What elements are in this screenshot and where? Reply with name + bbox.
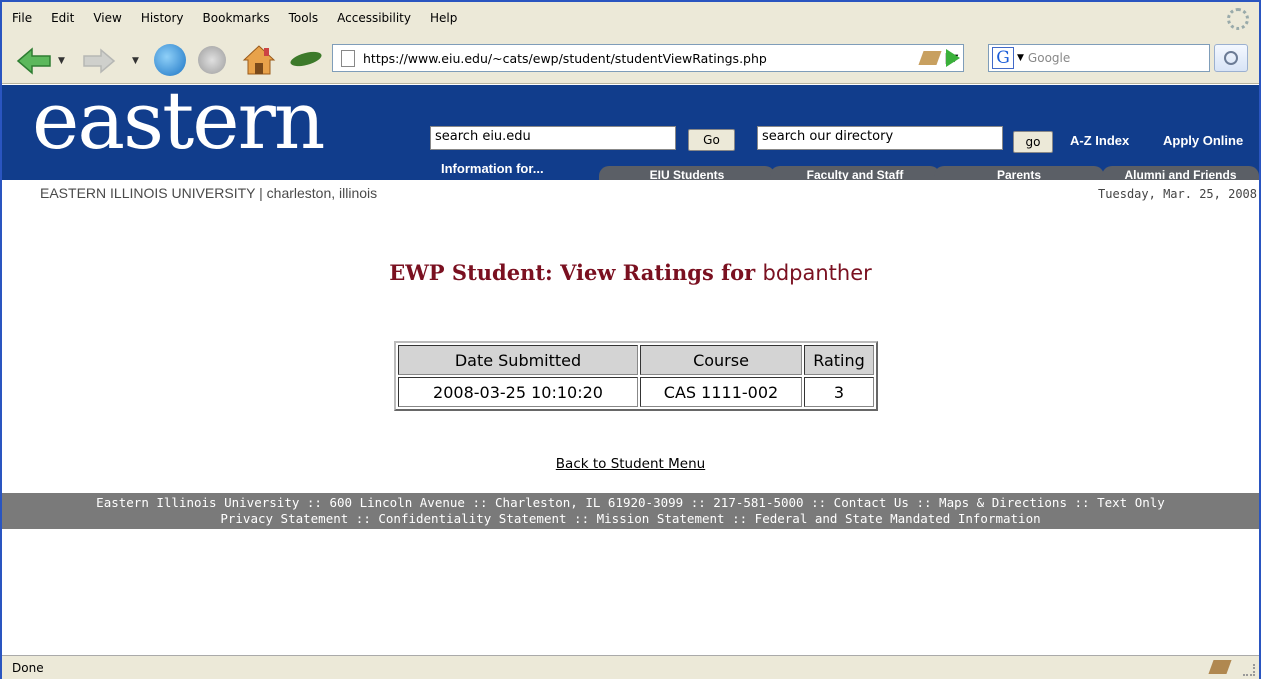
home-icon[interactable]: [242, 44, 276, 76]
menu-view[interactable]: View: [93, 11, 121, 25]
forward-arrow-icon[interactable]: [82, 48, 116, 74]
az-index-link[interactable]: A-Z Index: [1070, 133, 1129, 148]
back-to-student-menu-link[interactable]: Back to Student Menu: [556, 456, 705, 472]
table-header-row: Date Submitted Course Rating: [398, 345, 874, 375]
stop-icon[interactable]: [198, 46, 226, 74]
go-arrow-icon[interactable]: [946, 49, 960, 67]
site-search-input[interactable]: search eiu.edu: [430, 126, 676, 150]
google-icon[interactable]: G: [992, 47, 1014, 69]
status-text: Done: [12, 660, 44, 675]
menu-file[interactable]: File: [12, 11, 32, 25]
current-date: Tuesday, Mar. 25, 2008: [1098, 187, 1257, 201]
ratings-table: Date Submitted Course Rating 2008-03-25 …: [394, 341, 878, 411]
resize-grip-icon[interactable]: [1243, 664, 1255, 676]
header-date-submitted: Date Submitted: [398, 345, 638, 375]
forward-dropdown-icon[interactable]: ▼: [132, 56, 139, 66]
search-engine-placeholder: Google: [1027, 51, 1071, 65]
menu-bookmarks[interactable]: Bookmarks: [203, 11, 270, 25]
site-footer: Eastern Illinois University :: 600 Linco…: [2, 493, 1259, 529]
engine-dropdown-icon[interactable]: ▼: [1017, 53, 1024, 63]
directory-search-button[interactable]: go: [1013, 131, 1053, 153]
site-logo[interactable]: eastern: [32, 85, 325, 161]
menu-bar: File Edit View History Bookmarks Tools A…: [2, 2, 1259, 34]
back-dropdown-icon[interactable]: ▼: [58, 56, 65, 66]
search-icon[interactable]: [1214, 44, 1248, 72]
back-to-menu-link-row: Back to Student Menu: [2, 456, 1259, 472]
header-rating: Rating: [804, 345, 874, 375]
menu-edit[interactable]: Edit: [51, 11, 74, 25]
information-for-label: Information for...: [441, 161, 544, 176]
page-icon: [341, 49, 355, 67]
footer-line-2[interactable]: Privacy Statement :: Confidentiality Sta…: [2, 511, 1259, 527]
site-identity-icon[interactable]: [918, 51, 942, 65]
site-banner: eastern search eiu.edu Go search our dir…: [2, 85, 1259, 184]
site-search-button[interactable]: Go: [688, 129, 735, 151]
apply-online-link[interactable]: Apply Online: [1163, 133, 1243, 148]
leaf-icon[interactable]: [288, 50, 324, 68]
footer-line-1[interactable]: Eastern Illinois University :: 600 Linco…: [2, 495, 1259, 511]
university-line: EASTERN ILLINOIS UNIVERSITY | charleston…: [40, 185, 378, 201]
status-bar: Done: [2, 655, 1259, 679]
header-course: Course: [640, 345, 802, 375]
navigation-toolbar: ▼ ▼ https://www.eiu.edu/~cats/ewp/studen…: [2, 34, 1259, 84]
url-text[interactable]: https://www.eiu.edu/~cats/ewp/student/st…: [363, 51, 921, 66]
directory-search-input[interactable]: search our directory: [757, 126, 1003, 150]
status-security-icon[interactable]: [1208, 660, 1232, 674]
browser-window: File Edit View History Bookmarks Tools A…: [0, 0, 1261, 679]
menu-history[interactable]: History: [141, 11, 184, 25]
throbber-icon: [1227, 8, 1249, 30]
page-content: eastern search eiu.edu Go search our dir…: [2, 85, 1259, 655]
page-title: EWP Student: View Ratings for bdpanther: [2, 260, 1259, 285]
page-title-prefix: EWP Student: View Ratings for: [389, 260, 756, 285]
table-row: 2008-03-25 10:10:20 CAS 1111-002 3: [398, 377, 874, 407]
url-bar[interactable]: https://www.eiu.edu/~cats/ewp/student/st…: [332, 44, 964, 72]
search-engine-box[interactable]: G ▼ Google: [988, 44, 1210, 72]
cell-rating: 3: [804, 377, 874, 407]
cell-date-submitted: 2008-03-25 10:10:20: [398, 377, 638, 407]
menu-help[interactable]: Help: [430, 11, 457, 25]
menu-accessibility[interactable]: Accessibility: [337, 11, 411, 25]
cell-course: CAS 1111-002: [640, 377, 802, 407]
back-arrow-icon[interactable]: [16, 46, 52, 76]
reload-icon[interactable]: [154, 44, 186, 76]
page-title-username: bdpanther: [762, 261, 872, 285]
menu-tools[interactable]: Tools: [289, 11, 319, 25]
